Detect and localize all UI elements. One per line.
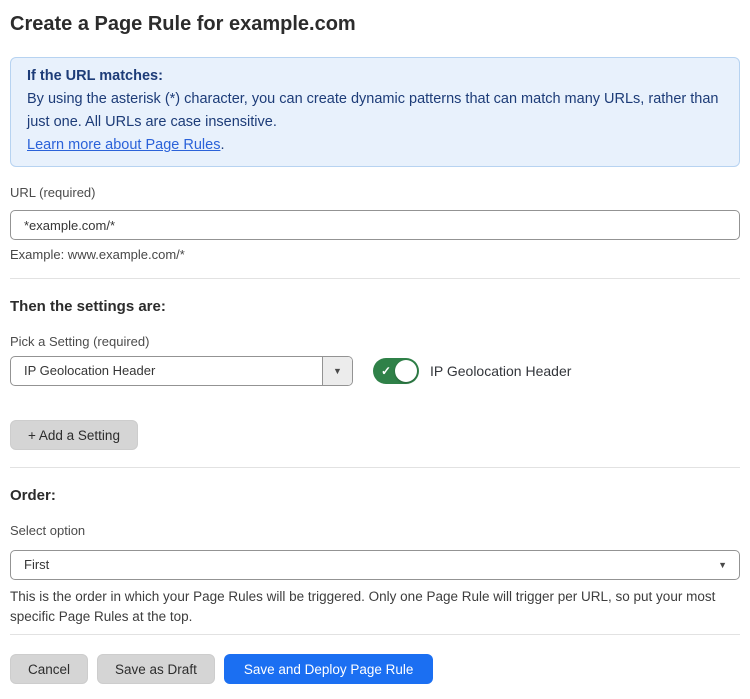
info-box-body: By using the asterisk (*) character, you…: [27, 88, 723, 134]
setting-select-value: IP Geolocation Header: [24, 363, 155, 378]
footer-actions: Cancel Save as Draft Save and Deploy Pag…: [10, 654, 740, 684]
learn-more-link[interactable]: Learn more about Page Rules: [27, 137, 220, 153]
url-example-helper: Example: www.example.com/*: [10, 247, 740, 263]
page-rule-form: Create a Page Rule for example.com If th…: [0, 12, 750, 684]
add-setting-button[interactable]: + Add a Setting: [10, 420, 138, 450]
setting-row: IP Geolocation Header ▼ ✓ IP Geolocation…: [10, 356, 740, 386]
pick-setting-label: Pick a Setting (required): [10, 334, 740, 350]
chevron-down-icon: ▼: [718, 561, 727, 570]
footer-divider: [10, 634, 740, 635]
order-helper-text: This is the order in which your Page Rul…: [10, 587, 740, 627]
toggle-knob: [395, 360, 417, 382]
setting-select[interactable]: IP Geolocation Header ▼: [10, 356, 353, 386]
order-select[interactable]: First ▼: [10, 550, 740, 580]
cancel-button[interactable]: Cancel: [10, 654, 88, 684]
chevron-down-icon: ▼: [333, 367, 342, 376]
link-period: .: [220, 137, 224, 153]
settings-section-heading: Then the settings are:: [10, 298, 740, 316]
check-icon: ✓: [381, 365, 391, 377]
order-section-heading: Order:: [10, 487, 740, 505]
section-divider: [10, 278, 740, 279]
order-select-value: First: [24, 557, 49, 572]
save-and-deploy-button[interactable]: Save and Deploy Page Rule: [224, 654, 434, 684]
save-as-draft-button[interactable]: Save as Draft: [97, 654, 215, 684]
url-field-label: URL (required): [10, 185, 740, 201]
url-input[interactable]: [10, 210, 740, 240]
page-title: Create a Page Rule for example.com: [10, 12, 740, 36]
ip-geolocation-toggle[interactable]: ✓: [373, 358, 419, 384]
toggle-label: IP Geolocation Header: [430, 363, 571, 379]
section-divider: [10, 467, 740, 468]
url-matches-info-box: If the URL matches: By using the asteris…: [10, 57, 740, 167]
info-box-heading: If the URL matches:: [27, 65, 723, 88]
order-select-label: Select option: [10, 523, 740, 539]
setting-select-caret-button[interactable]: ▼: [322, 357, 352, 385]
